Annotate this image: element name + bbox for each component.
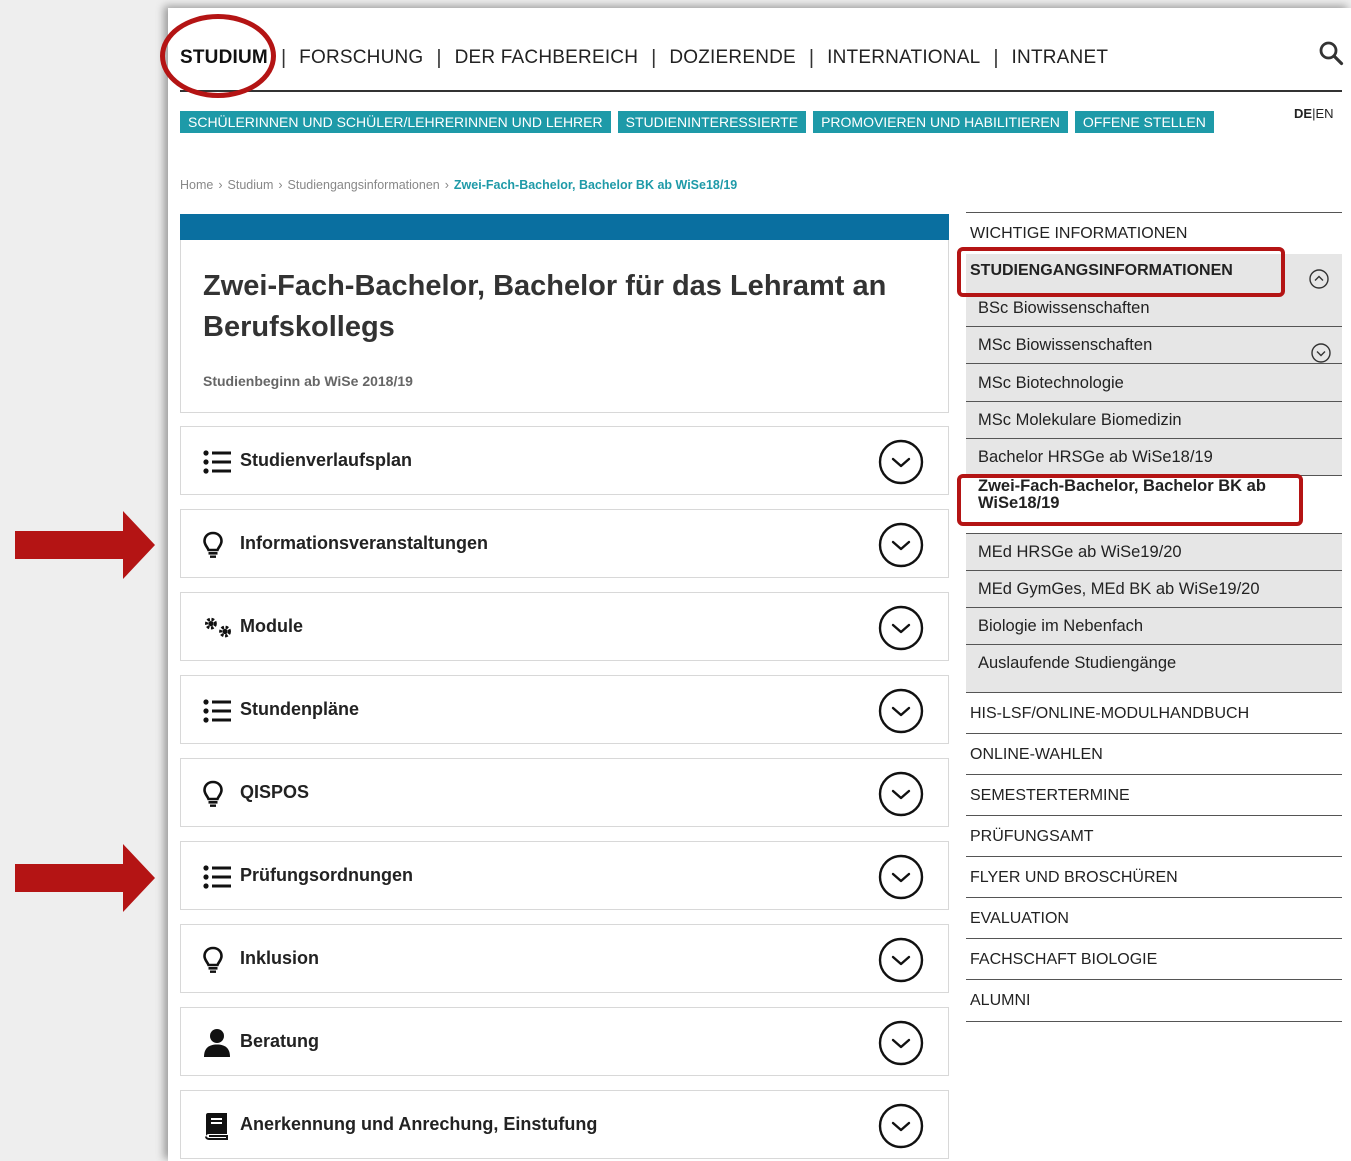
breadcrumb: Home › Studium › Studiengangsinformation… bbox=[180, 178, 737, 192]
accordion-label: Anerkennung und Anrechung, Einstufung bbox=[240, 1114, 598, 1134]
chevron-down-icon[interactable] bbox=[878, 937, 924, 983]
accordion-label: Studienverlaufsplan bbox=[240, 450, 413, 470]
breadcrumb-separator: › bbox=[278, 178, 283, 192]
accordion-pruefungsordnungen[interactable]: Prüfungsordnungen bbox=[180, 841, 949, 910]
sidebar-item-flyer[interactable]: FLYER UND BROSCHÜREN bbox=[966, 856, 1342, 897]
sidebar-sub-item[interactable]: MSc Molekulare Biomedizin bbox=[966, 402, 1342, 439]
sidebar-item-alumni[interactable]: ALUMNI bbox=[966, 979, 1342, 1022]
header-color-bar bbox=[180, 214, 949, 240]
accordion-module[interactable]: Module bbox=[180, 592, 949, 661]
chevron-down-icon[interactable] bbox=[1311, 343, 1331, 363]
book-icon bbox=[203, 1111, 233, 1141]
nav-separator: | bbox=[280, 46, 287, 69]
accordion-label: QISPOS bbox=[240, 782, 310, 802]
lang-en[interactable]: EN bbox=[1315, 106, 1333, 121]
lightbulb-icon bbox=[203, 779, 233, 809]
chevron-down-icon[interactable] bbox=[878, 688, 924, 734]
page-subtitle: Studienbeginn ab WiSe 2018/19 bbox=[203, 373, 413, 389]
lightbulb-icon bbox=[203, 530, 233, 560]
annotation-box bbox=[957, 247, 1285, 297]
nav-intranet[interactable]: INTRANET bbox=[1012, 47, 1109, 69]
nav-fachbereich[interactable]: DER FACHBEREICH bbox=[455, 47, 639, 69]
accordion-informationsveranstaltungen[interactable]: Informationsveranstaltungen bbox=[180, 509, 949, 578]
breadcrumb-studiengangsinformationen[interactable]: Studiengangsinformationen bbox=[288, 178, 440, 192]
subnav-offene-stellen[interactable]: OFFENE STELLEN bbox=[1074, 111, 1214, 133]
sidebar-item-his-lsf[interactable]: HIS-LSF/ONLINE-MODULHANDBUCH bbox=[966, 692, 1342, 733]
accordion-studienverlaufsplan[interactable]: Studienverlaufsplan bbox=[180, 426, 949, 495]
nav-separator: | bbox=[993, 46, 999, 69]
sidebar-sub-item[interactable]: Biologie im Nebenfach bbox=[966, 608, 1342, 645]
chevron-down-icon[interactable] bbox=[878, 1103, 924, 1149]
language-switcher: DE|EN bbox=[1294, 106, 1334, 121]
nav-forschung[interactable]: FORSCHUNG bbox=[299, 47, 423, 69]
nav-dozierende[interactable]: DOZIERENDE bbox=[669, 47, 796, 69]
sidebar-sub-item[interactable]: MSc Biotechnologie bbox=[966, 365, 1342, 402]
accordion-anerkennung[interactable]: Anerkennung und Anrechung, Einstufung bbox=[180, 1090, 949, 1159]
chevron-down-icon[interactable] bbox=[878, 605, 924, 651]
annotation-box bbox=[957, 474, 1303, 526]
main-navigation: STUDIUM | FORSCHUNG | DER FACHBEREICH | … bbox=[180, 44, 1108, 72]
sidebar-item-pruefungsamt[interactable]: PRÜFUNGSAMT bbox=[966, 815, 1342, 856]
accordion-stundenplaene[interactable]: Stundenpläne bbox=[180, 675, 949, 744]
chevron-down-icon[interactable] bbox=[878, 522, 924, 568]
chevron-up-icon[interactable] bbox=[1309, 269, 1329, 289]
annotation-ellipse bbox=[160, 14, 276, 98]
chevron-down-icon[interactable] bbox=[878, 439, 924, 485]
subnav-promovieren[interactable]: PROMOVIEREN UND HABILITIEREN bbox=[813, 111, 1068, 133]
chevron-down-icon[interactable] bbox=[878, 1020, 924, 1066]
nav-international[interactable]: INTERNATIONAL bbox=[827, 47, 980, 69]
sidebar-sub-item[interactable]: MSc Biowissenschaften bbox=[966, 327, 1342, 364]
red-arrow-icon bbox=[15, 511, 155, 579]
chevron-down-icon[interactable] bbox=[878, 854, 924, 900]
sidebar-item-online-wahlen[interactable]: ONLINE-WAHLEN bbox=[966, 733, 1342, 774]
accordion-beratung[interactable]: Beratung bbox=[180, 1007, 949, 1076]
accordion-label: Beratung bbox=[240, 1031, 320, 1051]
sidebar-sub-item[interactable]: Bachelor HRSGe ab WiSe18/19 bbox=[966, 439, 1342, 476]
red-arrow-icon bbox=[15, 844, 155, 912]
secondary-navigation: SCHÜLERINNEN UND SCHÜLER/LEHRERINNEN UND… bbox=[180, 111, 1214, 133]
sidebar-sub-item[interactable]: MEd GymGes, MEd BK ab WiSe19/20 bbox=[966, 571, 1342, 608]
nav-separator: | bbox=[436, 46, 442, 69]
list-icon bbox=[203, 447, 233, 477]
user-icon bbox=[203, 1028, 233, 1058]
subnav-studieninteressierte[interactable]: STUDIENINTERESSIERTE bbox=[617, 111, 807, 133]
breadcrumb-separator: › bbox=[444, 178, 449, 192]
accordion-label: Stundenpläne bbox=[240, 699, 360, 719]
accordion-qispos[interactable]: QISPOS bbox=[180, 758, 949, 827]
breadcrumb-studium[interactable]: Studium bbox=[228, 178, 274, 192]
breadcrumb-separator: › bbox=[218, 178, 223, 192]
accordion-inklusion[interactable]: Inklusion bbox=[180, 924, 949, 993]
list-icon bbox=[203, 862, 233, 892]
sidebar-sub-item[interactable]: Auslaufende Studiengänge bbox=[966, 645, 1342, 682]
list-icon bbox=[203, 696, 233, 726]
sidebar-item-fachschaft[interactable]: FACHSCHAFT BIOLOGIE bbox=[966, 938, 1342, 979]
accordion-label: Module bbox=[240, 616, 303, 636]
page-header-card: Zwei-Fach-Bachelor, Bachelor für das Leh… bbox=[180, 240, 949, 413]
accordion-label: Prüfungsordnungen bbox=[240, 865, 413, 885]
accordion-label: Informationsveranstaltungen bbox=[240, 533, 489, 553]
accordion-label: Inklusion bbox=[240, 948, 320, 968]
sidebar-item-evaluation[interactable]: EVALUATION bbox=[966, 897, 1342, 938]
sidebar-group-studiengangsinformationen: STUDIENGANGSINFORMATIONEN BSc Biowissens… bbox=[966, 254, 1342, 692]
subnav-schueler[interactable]: SCHÜLERINNEN UND SCHÜLER/LEHRERINNEN UND… bbox=[180, 111, 611, 133]
lang-de[interactable]: DE bbox=[1294, 106, 1312, 121]
breadcrumb-home[interactable]: Home bbox=[180, 178, 213, 192]
gears-icon bbox=[203, 613, 233, 643]
sidebar-item-semestertermine[interactable]: SEMESTERTERMINE bbox=[966, 774, 1342, 815]
nav-separator: | bbox=[651, 46, 657, 69]
lightbulb-icon bbox=[203, 945, 233, 975]
nav-divider bbox=[180, 90, 1342, 92]
page-title: Zwei-Fach-Bachelor, Bachelor für das Leh… bbox=[203, 270, 887, 343]
nav-separator: | bbox=[808, 46, 815, 69]
breadcrumb-current: Zwei-Fach-Bachelor, Bachelor BK ab WiSe1… bbox=[453, 178, 738, 192]
chevron-down-icon[interactable] bbox=[878, 771, 924, 817]
sidebar-sub-item[interactable]: MEd HRSGe ab WiSe19/20 bbox=[966, 534, 1342, 571]
search-icon[interactable] bbox=[1318, 40, 1344, 66]
